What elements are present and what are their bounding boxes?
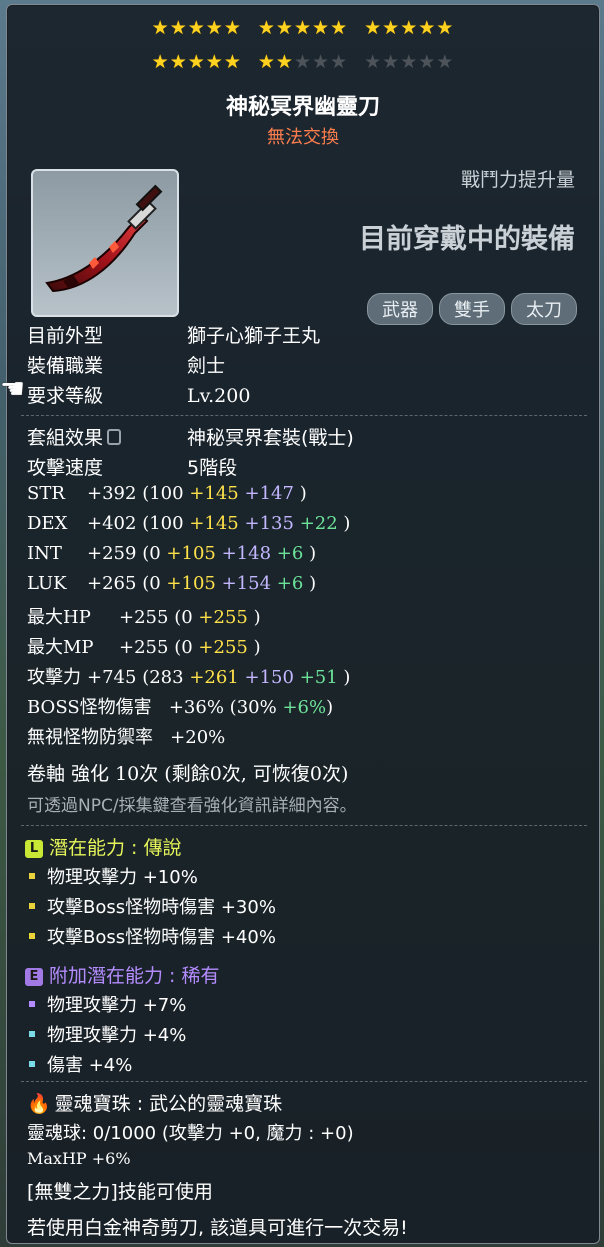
potential-line: 物理攻擊力 +10%	[29, 863, 198, 889]
flame-icon: 🔥	[27, 1093, 51, 1115]
star-empty-icon: ★	[312, 51, 331, 73]
star-empty-icon: ★	[330, 51, 349, 73]
potential-line: 攻擊Boss怪物時傷害 +40%	[29, 923, 276, 949]
mouse-icon	[107, 429, 122, 445]
tag-katana: 太刀	[511, 293, 577, 325]
star-filled-icon: ★	[364, 17, 383, 39]
divider	[21, 415, 587, 416]
star-group: ★★★★★	[258, 17, 348, 39]
star-empty-icon: ★	[364, 51, 383, 73]
star-group: ★★★★★	[364, 17, 454, 39]
soul-maxhp: MaxHP +6%	[27, 1149, 131, 1168]
bonus-potential-line: 傷害 +4%	[29, 1051, 132, 1077]
star-filled-icon: ★	[330, 17, 349, 39]
star-filled-icon: ★	[275, 51, 294, 73]
star-filled-icon: ★	[223, 51, 242, 73]
stat-line: DEX +402 (100 +145 +135 +22 )	[27, 513, 351, 534]
star-empty-icon: ★	[293, 51, 313, 73]
soul-orb: 靈魂球: 0/1000 (攻擊力 +0, 魔力 : +0)	[27, 1123, 354, 1144]
star-filled-icon: ★	[436, 17, 455, 39]
star-filled-icon: ★	[169, 51, 188, 73]
set-effect[interactable]: 套組效果 神秘冥界套裝(戰士)	[27, 423, 354, 450]
item-tooltip: ★★★★★ ★★★★★ ★★★★★ ★★★★★ ★★★★★ ★★★★★ 神秘冥界幽靈刀 …	[6, 4, 600, 1244]
star-filled-icon: ★	[257, 51, 276, 73]
stat-line: INT +259 (0 +105 +148 +6 )	[27, 543, 317, 564]
potential-header: L 潛在能力 : 傳說	[25, 833, 181, 860]
star-empty-icon: ★	[400, 51, 419, 73]
info-level: 要求等級 Lv.200	[27, 385, 251, 407]
boss-damage: BOSS怪物傷害 +36% (30% +6%)	[27, 697, 334, 718]
star-filled-icon: ★	[293, 17, 313, 39]
star-filled-icon: ★	[169, 17, 188, 39]
item-tags: 武器 雙手 太刀	[367, 293, 577, 325]
star-empty-icon: ★	[436, 51, 455, 73]
star-filled-icon: ★	[205, 17, 224, 39]
scroll-note: 可透過NPC/採集鍵查看強化資訊詳細內容。	[27, 796, 357, 816]
weapon-icon	[31, 169, 179, 317]
tag-weapon: 武器	[367, 293, 433, 325]
stat-line: STR +392 (100 +145 +147 )	[27, 483, 307, 504]
star-filled-icon: ★	[151, 51, 170, 73]
trade-status: 無法交換	[267, 127, 339, 148]
attack-speed: 攻擊速度 5階段	[27, 457, 238, 479]
equipped-label: 目前穿戴中的裝備	[359, 224, 575, 255]
scroll-upgrades: 卷軸 強化 10次 (剩餘0次, 可恢復0次)	[27, 763, 349, 785]
star-empty-icon: ★	[382, 51, 401, 73]
star-filled-icon: ★	[205, 51, 224, 73]
legendary-badge-icon: L	[25, 840, 43, 858]
star-filled-icon: ★	[400, 17, 419, 39]
star-group: ★★★★★	[364, 51, 454, 73]
star-empty-icon: ★	[418, 51, 437, 73]
star-filled-icon: ★	[257, 17, 276, 39]
stat-line: 最大MP +255 (0 +255 )	[27, 637, 261, 658]
trade-note: 若使用白金神奇剪刀, 該道具可進行一次交易!	[27, 1217, 408, 1239]
star-force-row-2: ★★★★★ ★★★★★ ★★★★★	[7, 51, 599, 73]
power-change-label: 戰鬥力提升量	[460, 169, 575, 191]
star-filled-icon: ★	[418, 17, 437, 39]
bonus-potential-line: 物理攻擊力 +7%	[29, 991, 186, 1017]
soul-weapon: 🔥 靈魂寶珠 : 武公的靈魂寶珠	[27, 1093, 283, 1115]
bonus-potential-header: E 附加潛在能力 : 稀有	[25, 961, 219, 988]
star-filled-icon: ★	[151, 17, 170, 39]
hand-cursor-icon: ☚	[0, 372, 26, 405]
stat-line: 攻擊力 +745 (283 +261 +150 +51 )	[27, 667, 351, 688]
star-filled-icon: ★	[223, 17, 242, 39]
info-job: 裝備職業 劍士	[27, 355, 226, 377]
potential-line: 攻擊Boss怪物時傷害 +30%	[29, 893, 276, 919]
star-filled-icon: ★	[187, 51, 206, 73]
star-filled-icon: ★	[187, 17, 206, 39]
item-name: 神秘冥界幽靈刀	[225, 95, 380, 120]
epic-badge-icon: E	[25, 968, 43, 986]
star-filled-icon: ★	[382, 17, 401, 39]
star-filled-icon: ★	[275, 17, 294, 39]
star-group: ★★★★★	[152, 17, 242, 39]
info-appearance: 目前外型 獅子心獅子王丸	[27, 325, 321, 347]
stat-line: LUK +265 (0 +105 +154 +6 )	[27, 573, 317, 594]
soul-skill: [無雙之力]技能可使用	[27, 1181, 213, 1203]
bonus-potential-line: 物理攻擊力 +4%	[29, 1021, 186, 1047]
tag-two-handed: 雙手	[439, 293, 505, 325]
divider	[21, 825, 587, 826]
stat-line: 最大HP +255 (0 +255 )	[27, 607, 261, 628]
divider	[21, 1081, 587, 1082]
star-filled-icon: ★	[312, 17, 331, 39]
star-group: ★★★★★	[258, 51, 348, 73]
star-force-row-1: ★★★★★ ★★★★★ ★★★★★	[7, 17, 599, 39]
star-group: ★★★★★	[152, 51, 242, 73]
ignore-defense: 無視怪物防禦率 +20%	[27, 727, 226, 748]
